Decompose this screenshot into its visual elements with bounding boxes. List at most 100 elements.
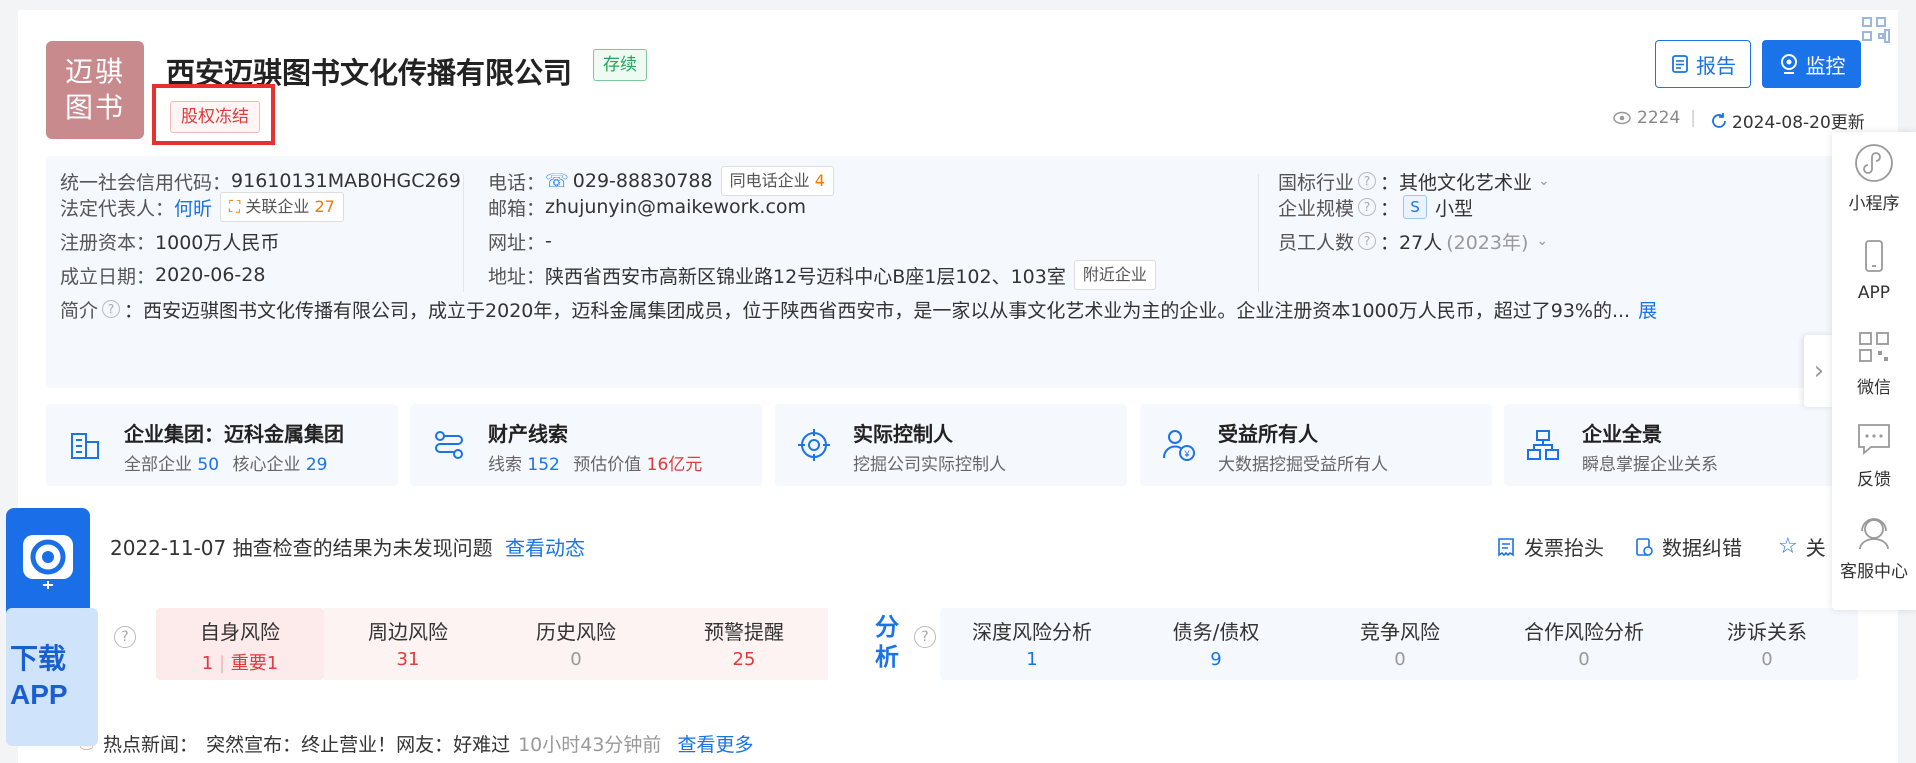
inspection-text: 2022-11-07 抽查检查的结果为未发现问题 bbox=[110, 536, 493, 560]
help-icon[interactable]: ? bbox=[1358, 232, 1377, 250]
view-count-value: 2224 bbox=[1637, 108, 1681, 128]
equity-freeze-tag[interactable]: 股权冻结 bbox=[170, 101, 260, 133]
phone-icon bbox=[1865, 240, 1883, 272]
website-value: - bbox=[545, 230, 552, 252]
feature-sub: 大数据挖掘受益所有人 bbox=[1218, 455, 1388, 475]
company-logo: 迈骐 图书 bbox=[46, 41, 144, 139]
download-app-widget[interactable]: 下载 APP bbox=[6, 508, 98, 746]
org-chart-icon bbox=[1527, 430, 1559, 460]
building-icon bbox=[71, 433, 99, 459]
download-widget-top bbox=[6, 508, 90, 618]
help-icon[interactable]: ? bbox=[1358, 198, 1377, 216]
update-time[interactable]: 2024-08-20更新 bbox=[1710, 108, 1865, 133]
view-more-link[interactable]: 查看更多 bbox=[677, 730, 753, 757]
app-label: APP bbox=[10, 679, 68, 710]
separator: | bbox=[1690, 108, 1696, 128]
panorama-card[interactable]: 企业全景 瞬息掌握企业关系 bbox=[1504, 404, 1856, 486]
feature-title: 受益所有人 bbox=[1218, 422, 1318, 446]
feature-title: 企业集团：迈科金属集团 bbox=[124, 422, 344, 446]
follow-button[interactable]: ☆ 关 bbox=[1778, 532, 1826, 561]
svg-text:¥: ¥ bbox=[1183, 449, 1190, 459]
asset-icon bbox=[435, 431, 463, 459]
chevron-down-icon[interactable]: ⌄ bbox=[1536, 233, 1548, 249]
email-value[interactable]: zhujunyin@maikework.com bbox=[545, 196, 806, 218]
divider bbox=[463, 174, 464, 292]
surrounding-risk[interactable]: 周边风险 31 bbox=[324, 608, 492, 680]
feature-title: 实际控制人 bbox=[853, 422, 953, 446]
staff-value: ：27人 bbox=[1380, 231, 1443, 254]
founded-value: 2020-06-28 bbox=[155, 264, 266, 286]
monitor-label: 监控 bbox=[1805, 53, 1846, 78]
target-icon bbox=[798, 429, 830, 461]
warning-alert[interactable]: 预警提醒 25 bbox=[660, 608, 828, 680]
eye-icon bbox=[1613, 111, 1631, 125]
sidebar-item-mini-program[interactable]: 小程序 bbox=[1832, 132, 1916, 224]
cooperation-risk[interactable]: 合作风险分析 0 bbox=[1492, 608, 1676, 680]
analysis-label: 分 析 bbox=[875, 613, 899, 671]
mini-program-icon bbox=[1855, 143, 1893, 182]
analysis-help[interactable]: ? bbox=[910, 624, 940, 648]
logo-text-line1: 迈骐 bbox=[64, 55, 125, 88]
chevron-down-icon[interactable]: ⌄ bbox=[1538, 173, 1550, 189]
company-header-card: 迈骐 图书 西安迈骐图书文化传播有限公司 存续 股权冻结 报告 监控 2224 … bbox=[18, 10, 1898, 763]
history-risk[interactable]: 历史风险 0 bbox=[492, 608, 660, 680]
feature-sub: 挖掘公司实际控制人 bbox=[853, 455, 1006, 475]
feature-sub: 线索 152 预估价值 16亿元 bbox=[488, 455, 703, 475]
hot-news-row: ♨ 热点新闻： 突然宣布：终止营业！网友：好难过 10小时43分钟前 查看更多 bbox=[78, 730, 753, 757]
group-card[interactable]: 企业集团：迈科金属集团 全部企业 50 核心企业 29 bbox=[46, 404, 398, 486]
sidebar-collapse-arrow[interactable]: › bbox=[1804, 335, 1834, 407]
help-icon[interactable]: ? bbox=[102, 300, 121, 318]
data-correction-button[interactable]: 数据纠错 bbox=[1634, 532, 1742, 561]
monitor-button[interactable]: 监控 bbox=[1762, 40, 1861, 88]
deep-risk-analysis[interactable]: 深度风险分析 1 bbox=[940, 608, 1124, 680]
debt-claims[interactable]: 债务/债权 9 bbox=[1124, 608, 1308, 680]
download-widget-text: 下载 APP bbox=[6, 608, 98, 746]
related-icon: ⛶ bbox=[229, 197, 241, 216]
view-updates-link[interactable]: 查看动态 bbox=[505, 536, 585, 560]
status-badge: 存续 bbox=[593, 49, 647, 81]
edit-doc-icon bbox=[1636, 537, 1653, 556]
update-time-text: 2024-08-20更新 bbox=[1732, 113, 1865, 133]
feature-title: 财产线索 bbox=[488, 422, 568, 446]
view-count: 2224 | bbox=[1613, 108, 1696, 128]
star-icon: ☆ bbox=[1778, 534, 1798, 559]
litigation-relations[interactable]: 涉诉关系 0 bbox=[1676, 608, 1858, 680]
feature-title: 企业全景 bbox=[1582, 422, 1662, 446]
download-label: 下载 bbox=[10, 643, 67, 674]
competition-risk[interactable]: 竞争风险 0 bbox=[1308, 608, 1492, 680]
news-headline[interactable]: 突然宣布：终止营业！网友：好难过 bbox=[206, 730, 510, 757]
qrcode-icon bbox=[1859, 331, 1889, 362]
app-logo-icon bbox=[23, 535, 73, 589]
beneficiary-card[interactable]: ¥ 受益所有人 大数据挖掘受益所有人 bbox=[1140, 404, 1492, 486]
controller-card[interactable]: 实际控制人 挖掘公司实际控制人 bbox=[775, 404, 1127, 486]
intro-row: 简介 ? ：西安迈骐图书文化传播有限公司，成立于2020年，迈科金属集团成员，位… bbox=[60, 284, 1830, 334]
intro-text: ：西安迈骐图书文化传播有限公司，成立于2020年，迈科金属集团成员，位于陕西省西… bbox=[124, 299, 1631, 322]
self-risk[interactable]: 自身风险 1 | 重要1 bbox=[156, 608, 324, 680]
sidebar-item-feedback[interactable]: 反馈 bbox=[1832, 408, 1916, 500]
info-panel: 统一社会信用代码： 91610131MAB0HGC269 法定代表人： 何昕 ⛶… bbox=[46, 156, 1868, 388]
report-button[interactable]: 报告 bbox=[1655, 40, 1751, 88]
logo-text-line2: 图书 bbox=[64, 91, 125, 124]
sidebar-item-service[interactable]: 客服中心 bbox=[1832, 500, 1916, 592]
expand-link[interactable]: 展 bbox=[1638, 296, 1657, 323]
headset-icon bbox=[1859, 517, 1889, 549]
help-icon[interactable]: ? bbox=[114, 626, 136, 648]
report-label: 报告 bbox=[1696, 53, 1736, 78]
monitor-icon bbox=[1780, 54, 1797, 74]
person-money-icon: ¥ bbox=[1162, 430, 1195, 461]
invoice-button[interactable]: 发票抬头 bbox=[1496, 532, 1604, 561]
feature-sub: 全部企业 50 核心企业 29 bbox=[124, 455, 328, 475]
chat-icon bbox=[1858, 423, 1890, 455]
sidebar-item-wechat[interactable]: 微信 bbox=[1832, 316, 1916, 408]
risk-help[interactable]: ? bbox=[110, 624, 140, 648]
asset-clues-card[interactable]: 财产线索 线索 152 预估价值 16亿元 bbox=[410, 404, 762, 486]
staff-row: 员工人数 ? ：27人 (2023年) ⌄ bbox=[1278, 216, 1548, 266]
divider bbox=[1258, 174, 1259, 292]
help-icon[interactable]: ? bbox=[914, 626, 936, 648]
right-sidebar: 小程序 APP 微信 反馈 客服中心 bbox=[1832, 132, 1916, 610]
news-time: 10小时43分钟前 bbox=[518, 734, 662, 756]
sidebar-item-app[interactable]: APP bbox=[1832, 224, 1916, 316]
feature-sub: 瞬息掌握企业关系 bbox=[1582, 455, 1718, 475]
inspection-notice: 2022-11-07 抽查检查的结果为未发现问题 查看动态 bbox=[110, 532, 585, 561]
report-icon bbox=[1672, 55, 1688, 73]
